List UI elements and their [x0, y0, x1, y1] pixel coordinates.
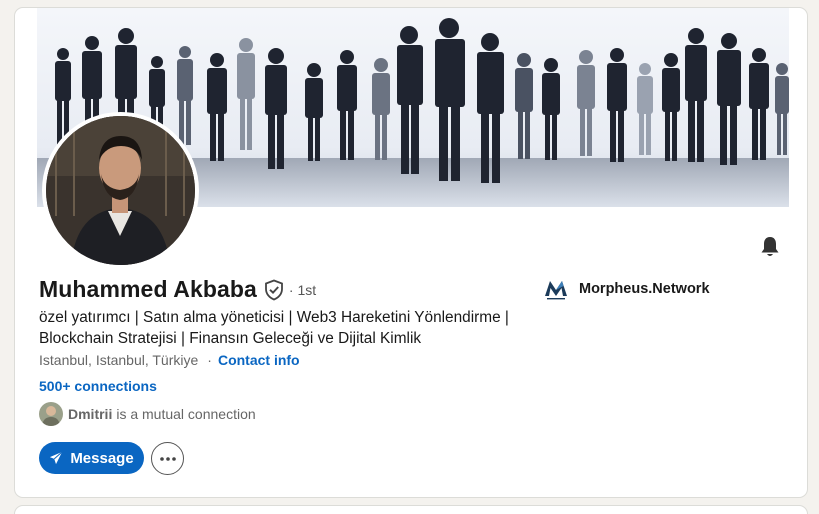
paper-plane-icon — [50, 451, 63, 465]
ellipsis-icon — [159, 456, 176, 461]
company-logo — [543, 276, 569, 302]
connection-degree: · 1st — [288, 281, 317, 298]
message-button-label: Message — [70, 449, 134, 467]
profile-card: Muhammed Akbaba · 1st özel yatırımcı | S… — [14, 7, 808, 498]
shield-check-icon[interactable] — [263, 279, 285, 301]
separator-dot: · — [207, 352, 212, 368]
location-row: Istanbul, Istanbul, Türkiye · Contact in… — [39, 352, 300, 368]
profile-location: Istanbul, Istanbul, Türkiye — [39, 352, 199, 368]
connections-link[interactable]: 500+ connections — [39, 378, 157, 394]
profile-headline: özel yatırımcı | Satın alma yöneticisi |… — [39, 309, 509, 347]
profile-name: Muhammed Akbaba — [39, 276, 257, 302]
more-actions-button[interactable] — [151, 442, 184, 475]
mutual-connection[interactable]: Dmitrii is a mutual connection — [39, 402, 256, 426]
mutual-connection-name: Dmitrii — [68, 406, 113, 422]
next-section-card — [14, 505, 808, 514]
name-row: Muhammed Akbaba · 1st — [39, 276, 316, 303]
mutual-connection-text: is a mutual connection — [116, 406, 256, 422]
bell-icon[interactable] — [757, 234, 783, 260]
mutual-avatar — [39, 402, 63, 426]
contact-info-link[interactable]: Contact info — [218, 352, 300, 368]
profile-photo[interactable] — [42, 112, 199, 269]
message-button[interactable]: Message — [39, 442, 144, 474]
company-name: Morpheus.Network — [579, 281, 710, 297]
current-company[interactable]: Morpheus.Network — [543, 276, 710, 302]
